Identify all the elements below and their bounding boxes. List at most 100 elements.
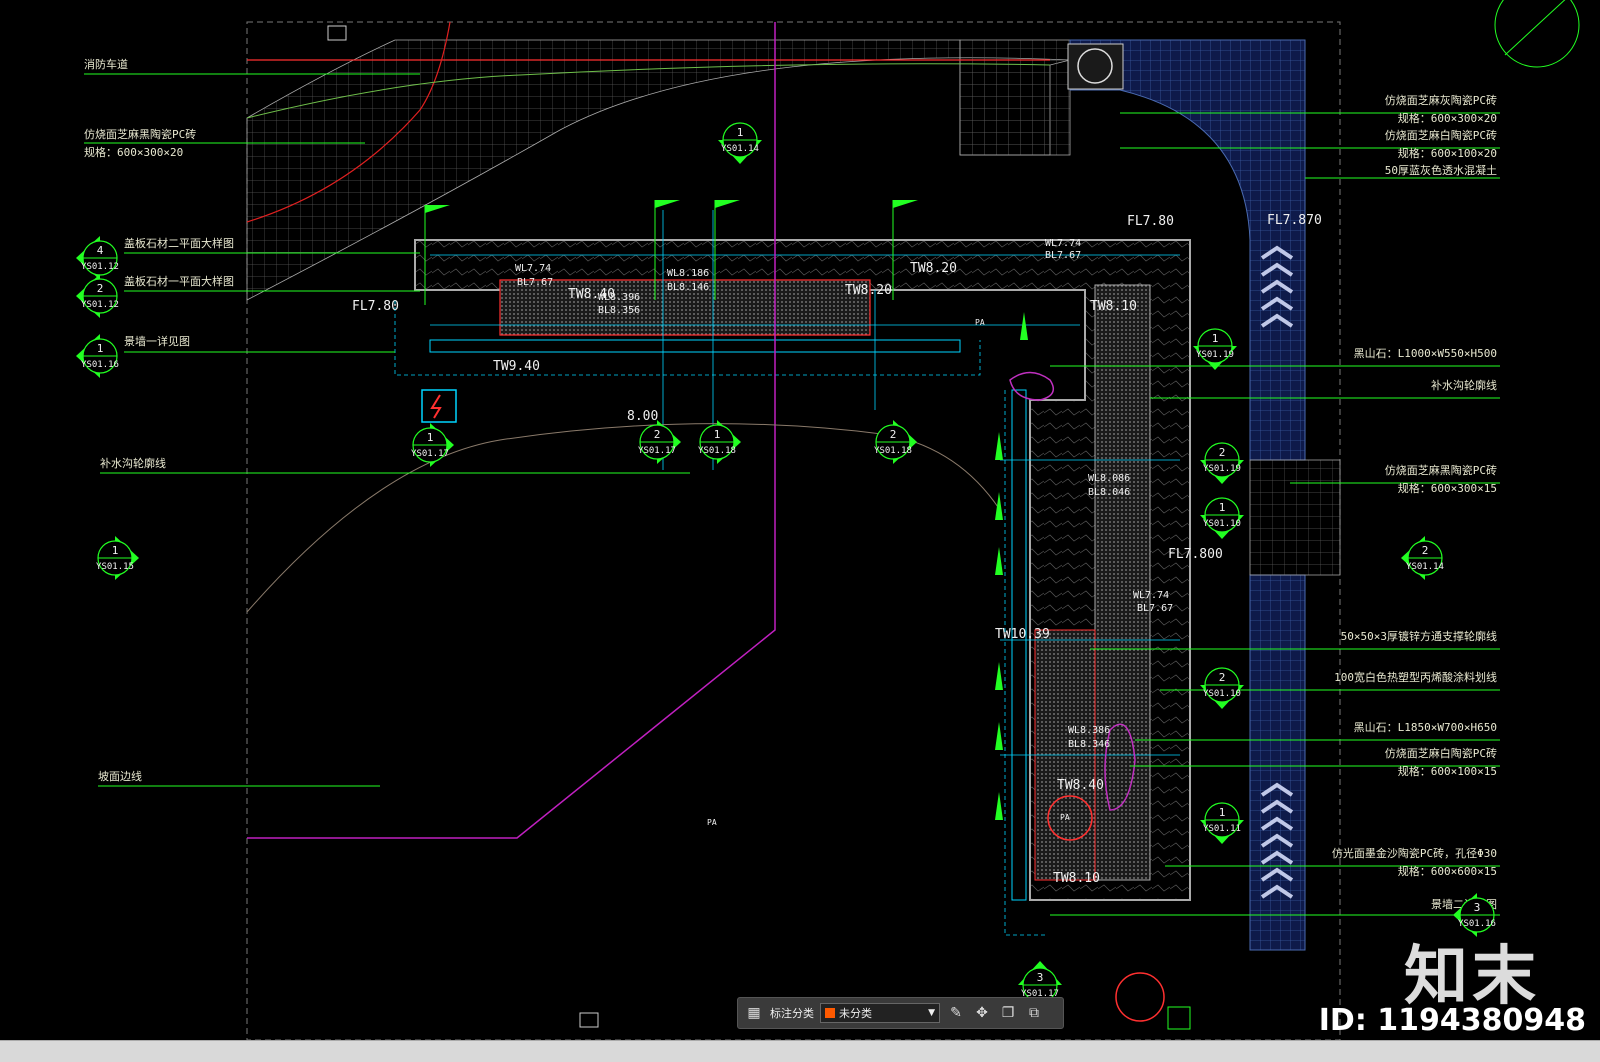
paste-icon[interactable]: ⧉ [1024,1003,1044,1023]
section-marker-5[interactable]: 2 YS01.17 [638,420,681,464]
right-label-10: 100宽白色热塑型丙烯酸涂料划线 [1334,670,1497,684]
section-marker-14[interactable]: 2 YS01.14 [1401,536,1444,580]
left-label-4: 盖板石材一平面大样图 [124,274,234,288]
flag-2 [715,200,740,208]
elevation-1: FL7.870 [1267,213,1322,228]
section-marker-15[interactable]: 3YS01.17 [1018,961,1062,1003]
elevation-29: PA [707,818,717,827]
elevation-22: TW9.40 [493,359,540,374]
section-marker-ref-13: YS01.11 [1203,824,1241,834]
elevation-20: TW8.40 [568,287,615,302]
elevation-25: TW8.10 [1053,871,1100,886]
section-marker-ref-6: YS01.18 [698,446,736,456]
side-flag-0 [1020,312,1028,340]
section-marker-ref-10: YS01.19 [1203,464,1241,474]
section-marker-num-14: 2 [1422,544,1429,557]
section-marker-ref-12: YS01.10 [1203,689,1241,699]
section-marker-7[interactable]: 2 YS01.18 [874,420,917,464]
section-marker-ref-2: YS01.12 [81,300,119,310]
left-label-0: 消防车道 [84,57,128,71]
elevation-16: WL8.386 [1068,725,1110,736]
elevation-8: WL7.74 [1133,590,1169,601]
section-marker-num-12: 2 [1219,671,1226,684]
cad-drawing-canvas[interactable]: 消防车道仿烧面芝麻黑陶瓷PC砖规格：600×300×20盖板石材二平面大样图盖板… [0,0,1600,1040]
left-label-1: 仿烧面芝麻黑陶瓷PC砖 [84,127,196,141]
section-marker-1[interactable]: 4 YS01.12 [76,236,119,280]
section-marker-ref-4: YS01.17 [411,449,449,459]
section-marker-10[interactable]: 2 YS01.19 [1200,442,1244,484]
left-label-5: 景墙一详见图 [124,334,190,348]
right-label-0: 仿烧面芝麻灰陶瓷PC砖 [1385,93,1497,107]
section-marker-num-11: 1 [1219,501,1226,514]
side-flag-5 [995,722,1003,750]
section-marker-3[interactable]: 1 YS01.16 [76,334,119,378]
elevation-21: TW8.10 [1090,299,1137,314]
section-marker-ref-1: YS01.12 [81,262,119,272]
elevation-26: 8.00 [627,409,658,424]
section-marker-ref-9: YS01.19 [1196,350,1234,360]
section-marker-num-4: 1 [427,431,434,444]
section-marker-ref-0: YS01.14 [721,144,759,154]
light-icon [1167,1006,1191,1030]
right-label-12: 仿烧面芝麻白陶瓷PC砖 [1385,746,1497,760]
section-marker-6[interactable]: 1 YS01.18 [698,420,741,464]
section-marker-ref-14: YS01.14 [1406,562,1444,572]
section-marker-num-10: 2 [1219,446,1226,459]
section-marker-num-8: 1 [112,544,119,557]
right-label-4: 50厚蓝灰色透水混凝土 [1385,163,1497,177]
elevation-18: TW8.20 [910,261,957,276]
elevation-11: BL8.146 [667,282,709,293]
left-label-2: 规格：600×300×20 [84,145,183,159]
copy-icon[interactable]: ❐ [998,1003,1018,1023]
grid-paving-right-top [959,39,1071,156]
elevation-9: BL7.67 [1137,603,1173,614]
elevation-4: WL7.74 [515,263,551,274]
north-arrow [1504,0,1566,56]
section-marker-4[interactable]: 1 YS01.17 [411,423,454,467]
water-channel-h [429,339,961,353]
section-marker-2[interactable]: 2 YS01.12 [76,274,119,318]
grid-view-icon[interactable]: ▦ [744,1003,764,1023]
flag-3 [893,200,918,208]
category-select[interactable]: 未分类 ▼ [820,1003,940,1023]
section-marker-ref-7: YS01.18 [874,446,912,456]
elevation-27: PA [975,318,985,327]
right-label-2: 仿烧面芝麻白陶瓷PC砖 [1385,128,1497,142]
right-label-14: 仿光面墨金沙陶瓷PC砖，孔径Φ30 [1332,846,1497,860]
section-marker-8[interactable]: 1 YS01.15 [96,536,139,580]
tree-circle [1115,972,1165,1022]
elevation-2: FL7.80 [352,299,399,314]
section-marker-num-16: 3 [1474,901,1481,914]
section-marker-9[interactable]: 1 YS01.19 [1193,328,1237,370]
annotation-toolbar: ▦ 标注分类 未分类 ▼ ✎ ✥ ❐ ⧉ [737,997,1064,1029]
elevation-7: BL7.67 [1045,250,1081,261]
right-label-15: 规格：600×600×15 [1398,864,1497,878]
chevron-down-icon: ▼ [928,1008,935,1018]
elevation-24: TW8.40 [1057,778,1104,793]
drain-icon-1 [327,25,347,41]
flag-0 [425,205,450,213]
section-marker-ref-3: YS01.16 [81,360,119,370]
elevation-3: FL7.800 [1168,547,1223,562]
section-marker-num-15: 3 [1037,971,1044,984]
lightning-icon [430,394,442,419]
right-label-13: 规格：600×100×15 [1398,764,1497,778]
rock-1 [1009,371,1055,401]
elevation-15: BL8.046 [1088,487,1130,498]
left-label-3: 盖板石材二平面大样图 [124,236,234,250]
elevation-19: TW8.20 [845,283,892,298]
section-marker-13[interactable]: 1 YS01.11 [1200,802,1244,844]
section-marker-num-2: 2 [97,282,104,295]
section-marker-num-0: 1 [737,126,744,139]
move-icon[interactable]: ✥ [972,1003,992,1023]
right-label-7: 仿烧面芝麻黑陶瓷PC砖 [1385,463,1497,477]
section-marker-0[interactable]: 1 YS01.14 [718,122,762,164]
category-label: 标注分类 [770,1007,814,1020]
section-marker-ref-5: YS01.17 [638,446,676,456]
section-marker-12[interactable]: 2 YS01.10 [1200,667,1244,709]
right-label-9: 50×50×3厚镀锌方通支撑轮廓线 [1341,629,1497,643]
section-marker-11[interactable]: 1 YS01.10 [1200,497,1244,539]
edit-icon[interactable]: ✎ [946,1003,966,1023]
flag-1 [655,200,680,208]
elevation-0: FL7.80 [1127,214,1174,229]
